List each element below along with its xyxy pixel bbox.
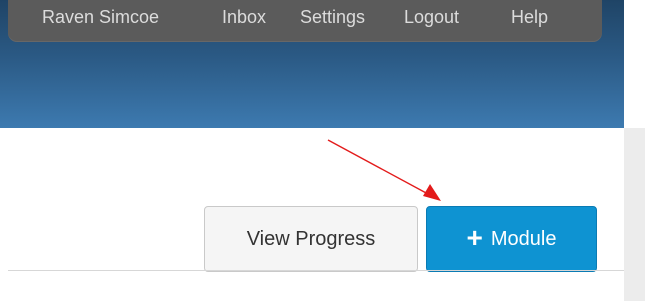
- view-progress-label: View Progress: [246, 227, 376, 250]
- settings-link[interactable]: Settings: [300, 7, 365, 27]
- page: Raven Simcoe Inbox Settings Logout Help …: [0, 0, 645, 301]
- view-progress-button[interactable]: View Progress: [204, 206, 418, 272]
- user-name-link[interactable]: Raven Simcoe: [42, 7, 159, 27]
- user-nav-bar: Raven Simcoe Inbox Settings Logout Help: [8, 0, 602, 42]
- plus-icon: +: [466, 222, 483, 253]
- logout-link[interactable]: Logout: [404, 7, 459, 27]
- add-module-button[interactable]: + Module: [426, 206, 597, 272]
- header-right-edge: [624, 0, 645, 128]
- right-gutter: [624, 128, 645, 301]
- inbox-link[interactable]: Inbox: [222, 7, 266, 27]
- content-divider: [8, 270, 624, 271]
- help-link[interactable]: Help: [511, 7, 548, 27]
- add-module-label: Module: [490, 227, 557, 250]
